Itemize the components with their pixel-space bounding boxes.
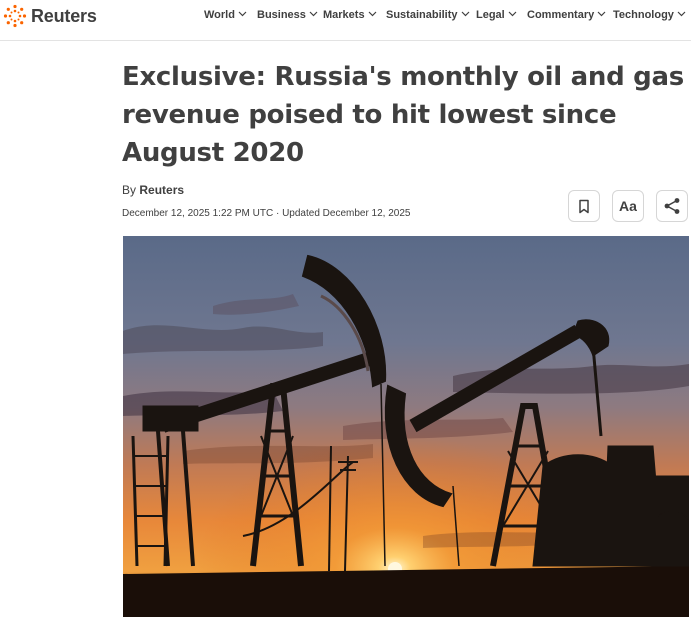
- nav-label: Business: [257, 9, 306, 21]
- byline: By Reuters: [122, 183, 184, 197]
- bookmark-icon: [579, 199, 589, 213]
- byline-prefix: By: [122, 183, 137, 197]
- nav-label: Legal: [476, 9, 505, 21]
- chevron-down-icon: [461, 11, 469, 16]
- chevron-down-icon: [309, 11, 318, 16]
- share-icon: [664, 198, 680, 214]
- article-dateline: December 12, 2025 1:22 PM UTC · Updated …: [122, 208, 411, 219]
- nav-item-world[interactable]: World: [204, 9, 257, 21]
- nav-item-commentary[interactable]: Commentary: [527, 9, 613, 21]
- nav-item-legal[interactable]: Legal: [476, 9, 527, 21]
- text-size-label: Aa: [619, 198, 637, 214]
- nav-label: Sustainability: [386, 9, 458, 21]
- hero-image: [123, 236, 689, 617]
- nav-item-markets[interactable]: Markets: [323, 9, 386, 21]
- author-link[interactable]: Reuters: [139, 183, 184, 197]
- chevron-down-icon: [238, 11, 247, 16]
- nav-item-sustainability[interactable]: Sustainability: [386, 9, 476, 21]
- share-button[interactable]: [656, 190, 688, 222]
- chevron-down-icon: [677, 11, 686, 16]
- nav-item-technology[interactable]: Technology: [613, 9, 691, 21]
- chevron-down-icon: [597, 11, 606, 16]
- nav-label: Commentary: [527, 9, 595, 21]
- reuters-logo[interactable]: Reuters: [3, 4, 97, 28]
- brand-name: Reuters: [31, 5, 97, 26]
- section-nav: World Business Markets Sustainability Le…: [204, 9, 691, 21]
- text-size-button[interactable]: Aa: [612, 190, 644, 222]
- nav-label: Markets: [323, 9, 365, 21]
- bookmark-button[interactable]: [568, 190, 600, 222]
- article-headline: Exclusive: Russia's monthly oil and gas …: [122, 62, 684, 168]
- reuters-dot-logo-icon: [3, 4, 27, 28]
- nav-item-business[interactable]: Business: [257, 9, 323, 21]
- chevron-down-icon: [368, 11, 377, 16]
- chevron-down-icon: [508, 11, 517, 16]
- oil-pumpjack-sunset-photo: [123, 236, 689, 617]
- nav-label: Technology: [613, 9, 674, 21]
- top-navigation-bar: Reuters World Business Markets Sustainab…: [0, 0, 691, 41]
- nav-label: World: [204, 9, 235, 21]
